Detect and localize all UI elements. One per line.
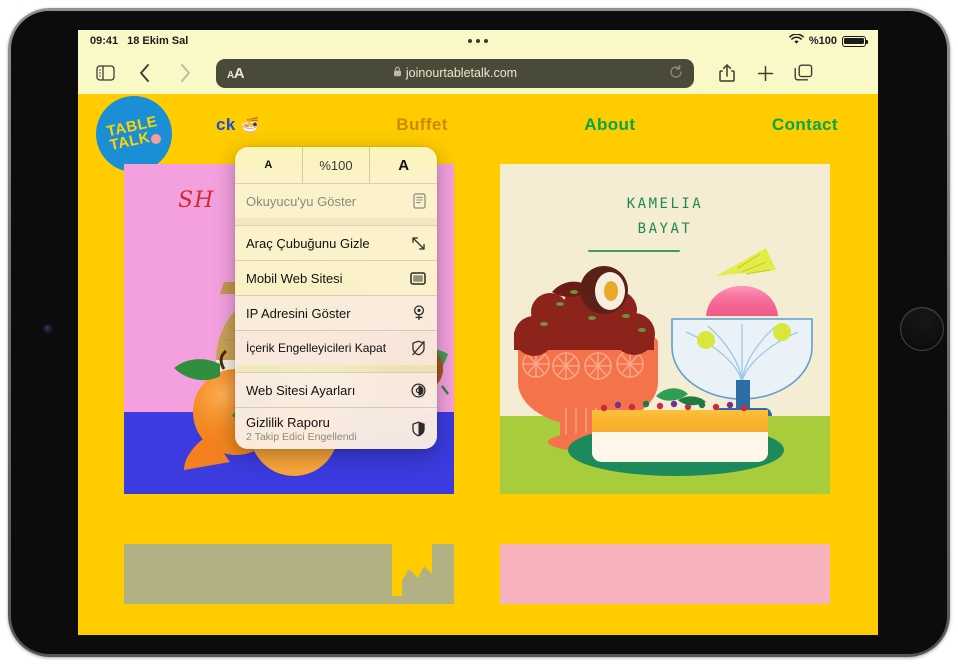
ipad-device: 09:41 18 Ekim Sal %100 A A joinourtablet… [0,0,958,665]
kamelia-bayat-card[interactable]: KAMELIA BAYAT [500,164,830,494]
shield-slash-icon [406,340,426,356]
menu-divider-2 [235,365,437,372]
card-stub-olive[interactable] [124,544,454,604]
card-2-caption: KAMELIA BAYAT [500,192,830,242]
menu-item-disable-content-blockers-label: İçerik Engelleyicileri Kapat [246,341,387,355]
nav-item-contact[interactable]: Contact [772,115,838,135]
aa-large-label: A [233,64,245,82]
nav-links: ck 🍜 Buffet About Contact [216,115,860,135]
menu-item-website-settings-label: Web Sitesi Ayarları [246,382,356,398]
menu-item-privacy-report-sublabel: 2 Takip Edici Engellendi [246,430,357,443]
menu-item-hide-toolbar[interactable]: Araç Çubuğunu Gizle [235,225,437,260]
location-pin-icon [406,305,426,321]
cards-row-1: SH KAMELIA BAYAT [78,164,878,494]
status-date: 18 Ekim Sal [127,35,189,47]
privacy-shield-icon [406,421,426,437]
menu-item-website-settings[interactable]: Web Sitesi Ayarları [235,372,437,407]
menu-item-mobile-website-label: Mobil Web Sitesi [246,270,343,286]
menu-item-show-ip-address[interactable]: IP Adresini Göster [235,295,437,330]
status-bar: 09:41 18 Ekim Sal %100 [78,30,878,52]
front-camera-icon [44,325,52,333]
reader-icon [406,193,426,209]
url-text: joinourtabletalk.com [405,66,518,80]
ipad-screen: 09:41 18 Ekim Sal %100 A A joinourtablet… [78,30,878,635]
back-button[interactable] [130,59,160,87]
zoom-out-button[interactable]: A [235,147,303,183]
lock-icon [393,64,402,82]
nav-item-buffet-label: Buffet [396,115,448,134]
card-2-caption-line-1: KAMELIA [626,196,704,212]
nav-item-snack[interactable]: ck 🍜 [216,115,260,135]
nav-item-about-label: About [584,115,636,134]
card-1-caption: SH [178,188,215,213]
cards-row-2 [78,544,878,604]
aa-format-button[interactable]: AA [227,64,245,82]
menu-item-disable-content-blockers[interactable]: İçerik Engelleyicileri Kapat [235,330,437,365]
zoom-segmented-control: A %100 A [235,147,437,183]
card-2-caption-line-2: BAYAT [637,221,693,237]
menu-item-show-reader[interactable]: Okuyucu'yu Göster [235,183,437,218]
caption-underline [588,250,680,252]
home-button[interactable] [900,307,944,351]
site-logo[interactable]: TABLE TALK [96,96,172,172]
zoom-level-label[interactable]: %100 [303,147,371,183]
web-page: TABLE TALK ck 🍜 Buffet About Contact SH … [78,94,878,635]
site-nav: TABLE TALK ck 🍜 Buffet About Contact [78,94,878,172]
wifi-icon [789,33,804,48]
new-tab-icon[interactable] [750,59,780,87]
battery-percent: %100 [808,35,837,47]
nav-item-buffet[interactable]: Buffet [396,115,448,135]
menu-item-privacy-report[interactable]: Gizlilik Raporu 2 Takip Edici Engellendi [235,407,437,449]
menu-item-privacy-report-label: Gizlilik Raporu [246,414,330,430]
menu-divider-1 [235,218,437,225]
menu-item-mobile-website[interactable]: Mobil Web Sitesi [235,260,437,295]
zoom-in-button[interactable]: A [370,147,437,183]
address-bar[interactable]: AA joinourtabletalk.com [216,58,694,88]
nav-item-snack-label: ck [216,115,236,134]
sidebar-icon[interactable] [90,59,120,87]
battery-full-icon [842,35,869,47]
nav-item-contact-label: Contact [771,115,838,134]
reload-icon[interactable] [669,64,683,82]
desktop-window-icon [406,271,426,285]
settings-gear-circle-icon [406,382,426,398]
olive-card-notch-icon [392,544,432,596]
logo-dot-icon [151,134,161,144]
menu-item-show-reader-label: Okuyucu'yu Göster [246,193,357,209]
aa-format-menu: A %100 A Okuyucu'yu Göster Araç Çubuğunu… [235,147,437,449]
card-stub-pink[interactable] [500,544,830,604]
forward-button[interactable] [170,59,200,87]
status-time: 09:41 [90,35,119,47]
browser-toolbar: AA joinourtabletalk.com [78,52,878,94]
multitasking-dots-icon[interactable] [468,39,488,43]
aa-small-label: A [227,69,234,81]
share-icon[interactable] [712,59,742,87]
menu-item-show-ip-address-label: IP Adresini Göster [246,305,351,321]
soup-bowl-icon: 🍜 [240,117,260,134]
expand-arrows-icon [406,236,426,251]
tabs-icon[interactable] [788,59,818,87]
menu-item-hide-toolbar-label: Araç Çubuğunu Gizle [246,235,370,251]
nav-item-about[interactable]: About [584,115,635,135]
